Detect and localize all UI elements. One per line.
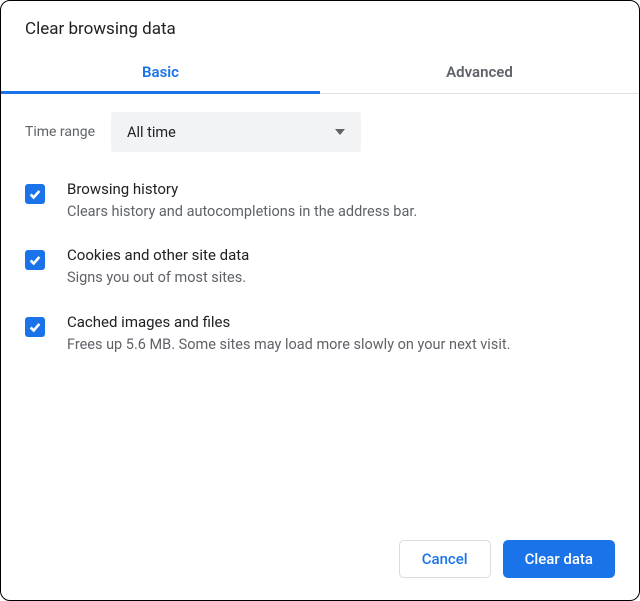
check-icon bbox=[28, 320, 42, 334]
chevron-down-icon bbox=[335, 129, 345, 135]
dialog-title: Clear browsing data bbox=[1, 1, 639, 49]
option-description: Signs you out of most sites. bbox=[67, 268, 615, 288]
time-range-select[interactable]: All time bbox=[111, 112, 361, 152]
checkbox-browsing-history[interactable] bbox=[25, 184, 45, 204]
checkbox-cache[interactable] bbox=[25, 317, 45, 337]
tabs: Basic Advanced bbox=[1, 49, 639, 94]
option-cache: Cached images and files Frees up 5.6 MB.… bbox=[25, 313, 615, 355]
tab-basic[interactable]: Basic bbox=[1, 49, 320, 93]
check-icon bbox=[28, 253, 42, 267]
option-description: Frees up 5.6 MB. Some sites may load mor… bbox=[67, 335, 615, 355]
option-text: Cookies and other site data Signs you ou… bbox=[67, 246, 615, 288]
option-browsing-history: Browsing history Clears history and auto… bbox=[25, 180, 615, 222]
time-range-row: Time range All time bbox=[25, 112, 615, 152]
tab-advanced[interactable]: Advanced bbox=[320, 49, 639, 93]
option-description: Clears history and autocompletions in th… bbox=[67, 202, 615, 222]
clear-browsing-data-dialog: Clear browsing data Basic Advanced Time … bbox=[0, 0, 640, 601]
checkbox-cookies[interactable] bbox=[25, 250, 45, 270]
option-title: Cookies and other site data bbox=[67, 246, 615, 264]
dialog-content: Time range All time Browsing history Cle… bbox=[1, 94, 639, 524]
option-title: Cached images and files bbox=[67, 313, 615, 331]
dialog-footer: Cancel Clear data bbox=[1, 524, 639, 600]
option-title: Browsing history bbox=[67, 180, 615, 198]
cancel-button[interactable]: Cancel bbox=[399, 540, 491, 578]
clear-data-button[interactable]: Clear data bbox=[503, 540, 615, 578]
check-icon bbox=[28, 187, 42, 201]
option-text: Browsing history Clears history and auto… bbox=[67, 180, 615, 222]
time-range-selected: All time bbox=[127, 124, 335, 141]
option-text: Cached images and files Frees up 5.6 MB.… bbox=[67, 313, 615, 355]
time-range-label: Time range bbox=[25, 124, 95, 140]
option-cookies: Cookies and other site data Signs you ou… bbox=[25, 246, 615, 288]
